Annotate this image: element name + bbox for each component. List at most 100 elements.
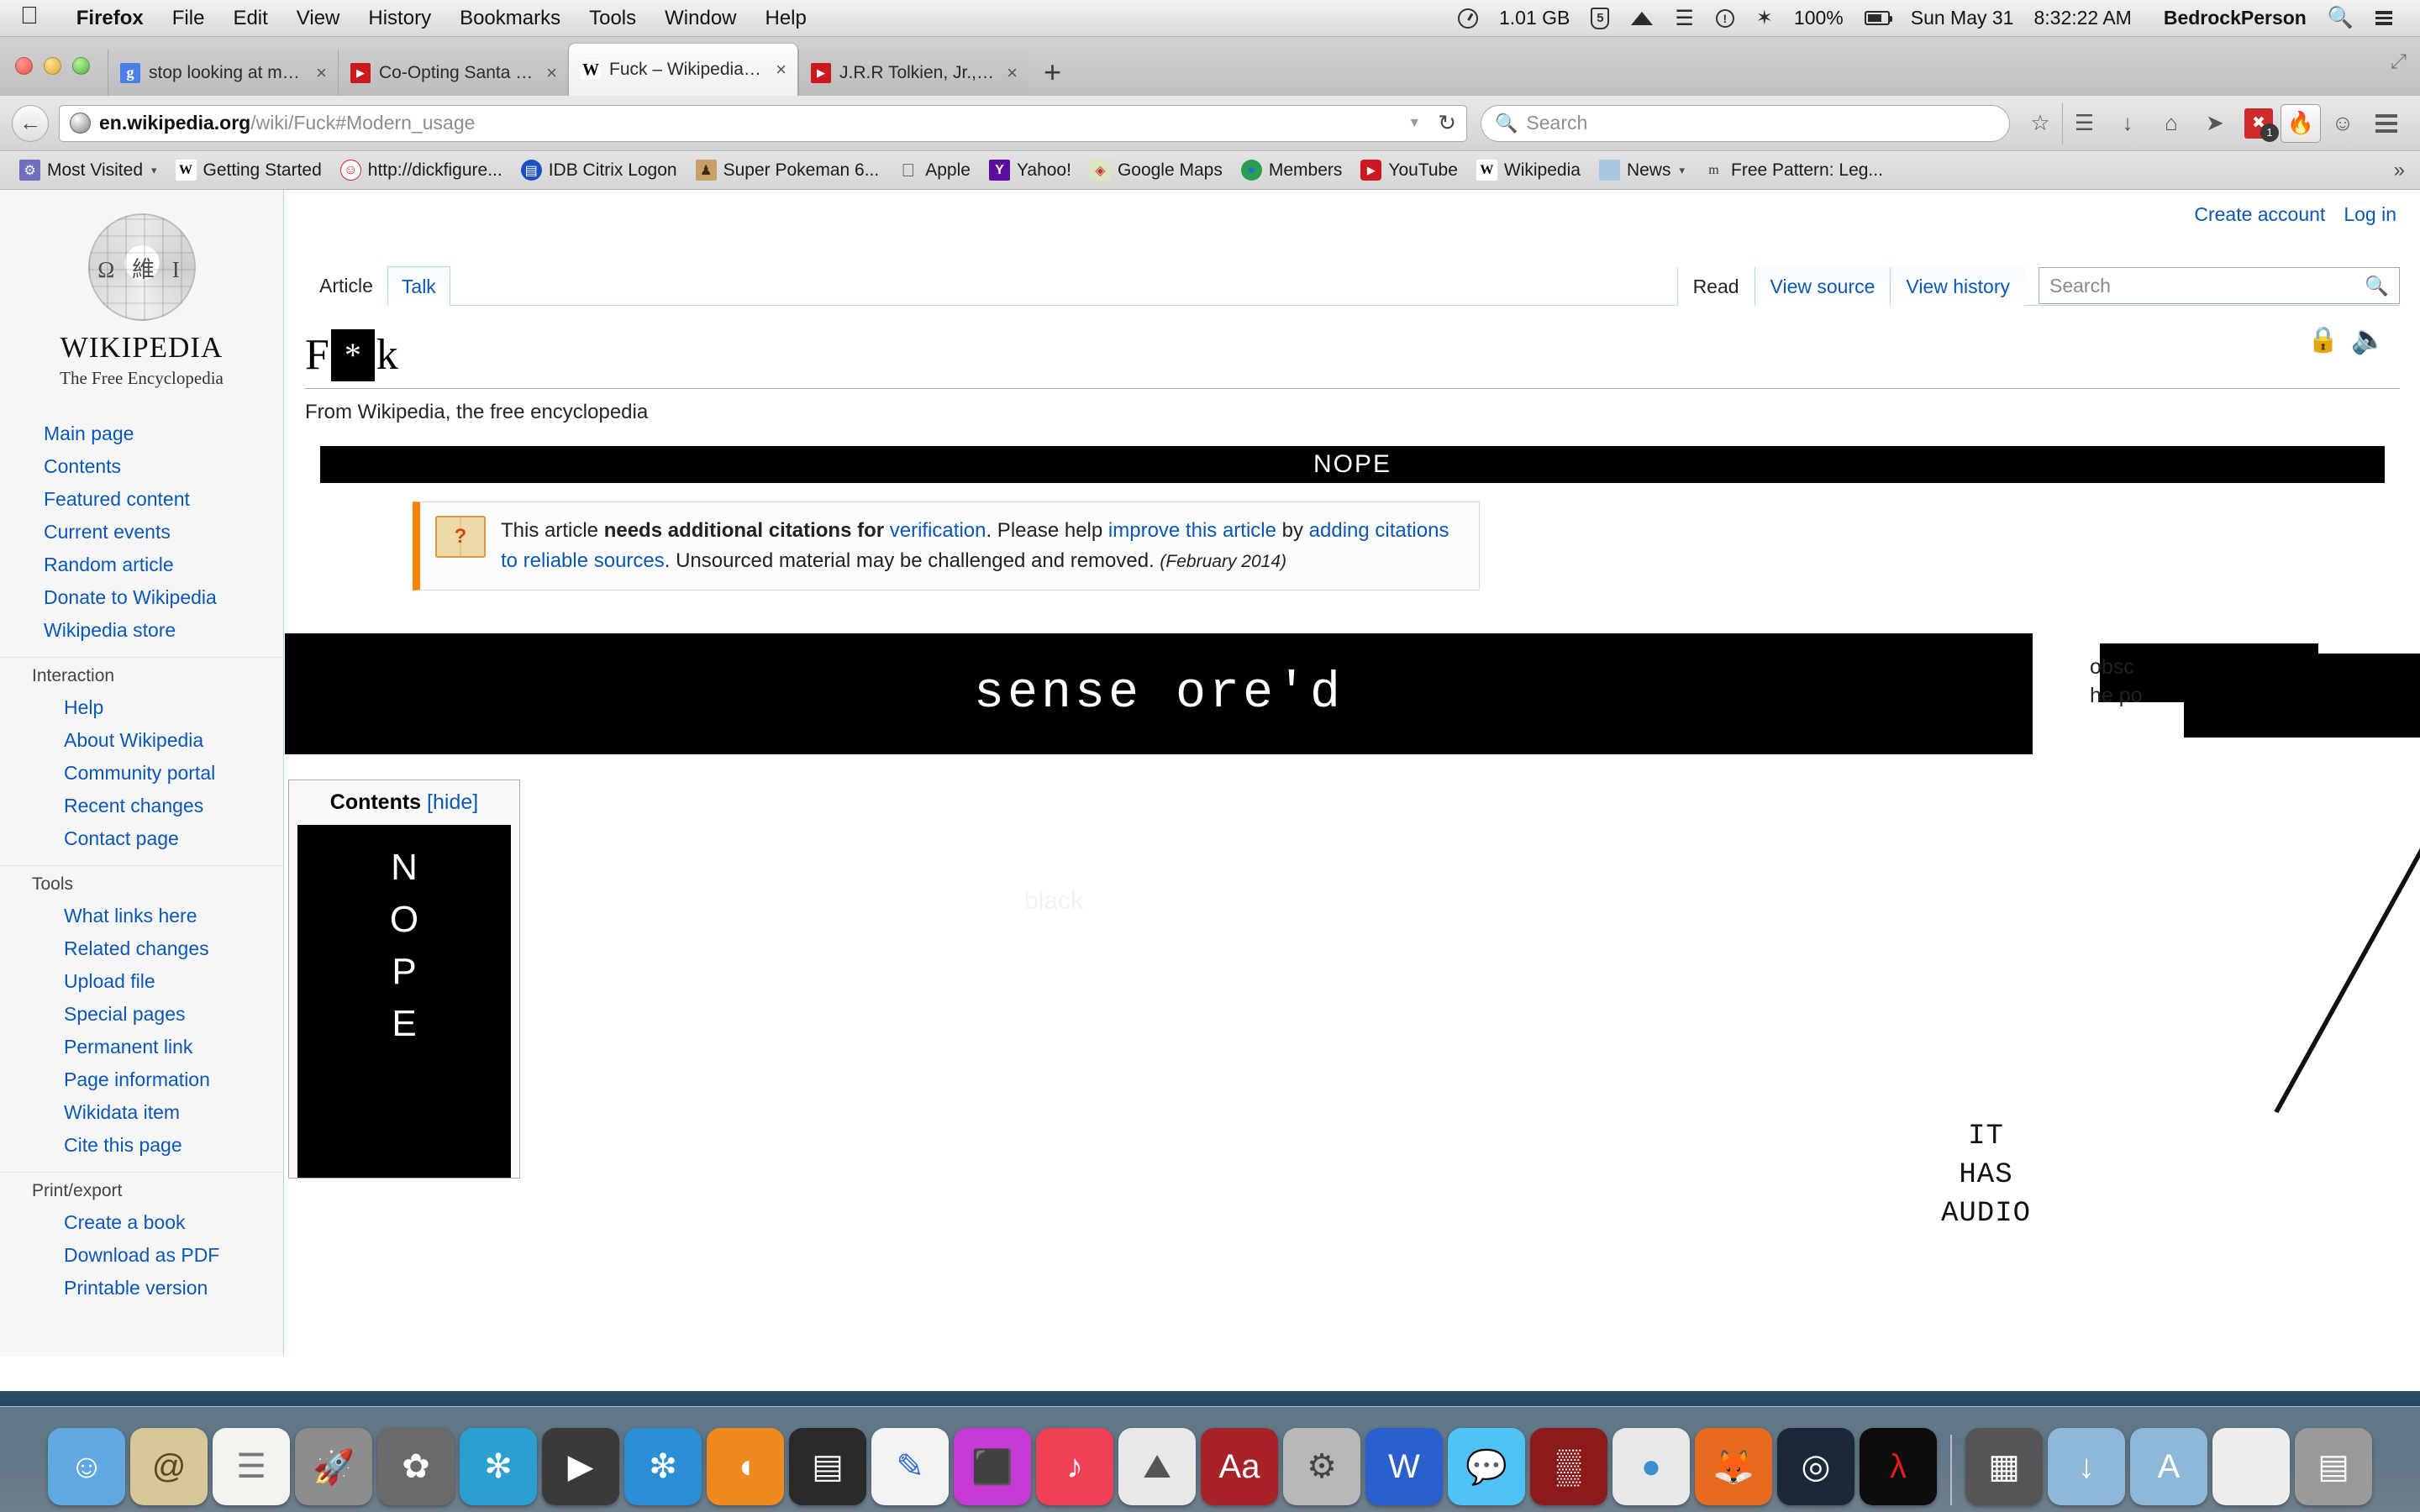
dock-item-pages[interactable]: ✎: [871, 1428, 949, 1505]
create-account-link[interactable]: Create account: [2194, 203, 2325, 226]
browser-tab-3-active[interactable]: W Fuck – Wikipedia, the free... ×: [568, 44, 798, 96]
sidebar-item-create-a-book[interactable]: Create a book: [0, 1206, 283, 1239]
menu-hamburger-icon[interactable]: [2365, 102, 2408, 144]
bookmark-free-pattern[interactable]: m Free Pattern: Leg...: [1694, 160, 1892, 181]
current-user-name[interactable]: BedrockPerson: [2142, 7, 2317, 29]
sidebar-item-current-events[interactable]: Current events: [0, 516, 283, 549]
notification-alert-icon[interactable]: !: [1705, 8, 1745, 28]
sidebar-item-featured-content[interactable]: Featured content: [0, 483, 283, 516]
close-tab-button[interactable]: ×: [1002, 62, 1022, 84]
dock-item-applications-folder[interactable]: A: [2130, 1428, 2207, 1505]
toc-hide-toggle[interactable]: [hide]: [427, 790, 478, 814]
bookmark-dickfigures[interactable]: ☺ http://dickfigure...: [331, 160, 512, 181]
verification-link[interactable]: verification: [890, 519, 986, 542]
sidebar-item-community-portal[interactable]: Community portal: [0, 757, 283, 790]
sidebar-item-cite-this-page[interactable]: Cite this page: [0, 1129, 283, 1162]
menu-firefox[interactable]: Firefox: [62, 7, 158, 30]
bookmark-most-visited[interactable]: ⚙ Most Visited ▾: [10, 160, 166, 181]
wikipedia-logo-block[interactable]: WIKIPEDIA The Free Encyclopedia: [0, 190, 283, 389]
bookmark-google-maps[interactable]: ◈ Google Maps: [1081, 160, 1232, 181]
browser-tab-2[interactable]: ▶ Co-Opting Santa | Rob... ×: [338, 50, 568, 96]
apple-logo-icon[interactable]: : [20, 4, 39, 29]
close-window-button[interactable]: [15, 57, 33, 75]
dock-item-reminders[interactable]: ☰: [213, 1428, 290, 1505]
bluetooth-icon[interactable]: ✶: [1745, 6, 1784, 30]
dock-item-imac-remote[interactable]: ⬛: [954, 1428, 1031, 1505]
dock-item-messages[interactable]: 💬: [1448, 1428, 1525, 1505]
istat-badge-icon[interactable]: 5: [1580, 7, 1620, 29]
home-icon[interactable]: ⌂: [2149, 102, 2193, 144]
sidebar-item-download-as-pdf[interactable]: Download as PDF: [0, 1239, 283, 1272]
dock-item-safari[interactable]: ❇: [624, 1428, 702, 1505]
sidebar-item-upload-file[interactable]: Upload file: [0, 965, 283, 998]
dock-item-word[interactable]: W: [1365, 1428, 1443, 1505]
sidebar-item-about-wikipedia[interactable]: About Wikipedia: [0, 724, 283, 757]
dock-item-launchpad[interactable]: 🚀: [295, 1428, 372, 1505]
fullscreen-toggle-icon[interactable]: ⤢: [2391, 50, 2407, 74]
wikipedia-search-input[interactable]: Search 🔍: [2039, 267, 2400, 304]
close-tab-button[interactable]: ×: [312, 62, 331, 84]
tab-read[interactable]: Read: [1676, 267, 1754, 306]
minimize-window-button[interactable]: [44, 57, 61, 75]
spotlight-search-icon[interactable]: 🔍: [2317, 6, 2365, 30]
dock-item-ibooks[interactable]: ◖: [707, 1428, 784, 1505]
wifi-icon[interactable]: ☰: [1664, 6, 1704, 31]
reading-list-icon[interactable]: ☰: [2062, 102, 2106, 144]
sidebar-item-recent-changes[interactable]: Recent changes: [0, 790, 283, 822]
sidebar-item-help[interactable]: Help: [0, 691, 283, 724]
bookmark-apple[interactable]:  Apple: [888, 160, 980, 181]
semi-protected-lock-icon[interactable]: 🔒: [2307, 325, 2338, 354]
dock-item-photos[interactable]: ✻: [460, 1428, 537, 1505]
send-tab-icon[interactable]: ➤: [2193, 102, 2237, 144]
notification-center-icon[interactable]: [2365, 11, 2403, 25]
dock-item-preview[interactable]: ⛰: [1118, 1428, 1196, 1505]
menu-edit[interactable]: Edit: [218, 7, 281, 30]
dock-item-downloads-stack[interactable]: ▦: [1965, 1428, 2043, 1505]
sidebar-item-contact-page[interactable]: Contact page: [0, 822, 283, 855]
dock-item-half-life[interactable]: λ: [1860, 1428, 1937, 1505]
menu-tools[interactable]: Tools: [575, 7, 650, 30]
browser-tab-4[interactable]: ▶ J.R.R Tolkien, Jr., Jr. | Rob... ×: [798, 50, 1028, 96]
sidebar-item-special-pages[interactable]: Special pages: [0, 998, 283, 1031]
dock-item-system-preferences[interactable]: ⚙: [1283, 1428, 1360, 1505]
close-tab-button[interactable]: ×: [542, 62, 561, 84]
dock-item-dictionary[interactable]: Aa: [1201, 1428, 1278, 1505]
bookmark-members[interactable]: ● Members: [1232, 160, 1352, 181]
site-identity-icon[interactable]: [70, 113, 91, 134]
reload-icon[interactable]: ↻: [1438, 110, 1456, 136]
dock-item-documents-folder[interactable]: ↓: [2048, 1428, 2125, 1505]
time-machine-icon[interactable]: [1447, 8, 1489, 29]
menu-history[interactable]: History: [354, 7, 445, 30]
sidebar-item-page-information[interactable]: Page information: [0, 1063, 283, 1096]
browser-tab-1[interactable]: g stop looking at my tabs – ... ×: [108, 50, 338, 96]
tab-article[interactable]: Article: [305, 265, 387, 306]
bookmark-yahoo[interactable]: Y Yahoo!: [980, 160, 1081, 181]
bookmark-getting-started[interactable]: W Getting Started: [166, 160, 331, 181]
dock-item-chrome[interactable]: ●: [1612, 1428, 1690, 1505]
sidebar-item-what-links-here[interactable]: What links here: [0, 900, 283, 932]
bookmark-youtube[interactable]: ▶ YouTube: [1351, 160, 1467, 181]
sidebar-item-printable-version[interactable]: Printable version: [0, 1272, 283, 1305]
menu-file[interactable]: File: [158, 7, 219, 30]
bookmark-star-icon[interactable]: ☆: [2018, 102, 2062, 144]
sidebar-item-donate[interactable]: Donate to Wikipedia: [0, 581, 283, 614]
bookmark-wikipedia[interactable]: W Wikipedia: [1467, 160, 1590, 181]
dock-item-mail[interactable]: @: [130, 1428, 208, 1505]
new-tab-button[interactable]: +: [1028, 57, 1076, 96]
back-button[interactable]: ←: [12, 104, 49, 142]
dock-item-itunes[interactable]: ♪: [1036, 1428, 1113, 1505]
zoom-window-button[interactable]: [72, 57, 90, 75]
sidebar-item-random-article[interactable]: Random article: [0, 549, 283, 581]
dock-item-quicktime[interactable]: ▶: [542, 1428, 619, 1505]
toolbar-search-input[interactable]: 🔍 Search: [1481, 104, 2010, 142]
tab-talk[interactable]: Talk: [387, 266, 450, 306]
dock-item-trash[interactable]: ▤: [2295, 1428, 2372, 1505]
sidebar-item-contents[interactable]: Contents: [0, 450, 283, 483]
bookmark-super-pokeman[interactable]: ♟ Super Pokeman 6...: [687, 160, 889, 181]
bookmark-news-folder[interactable]: News ▾: [1590, 160, 1694, 181]
tab-view-source[interactable]: View source: [1754, 267, 1891, 306]
battery-icon[interactable]: [1854, 11, 1901, 25]
dock-item-finder[interactable]: ☺: [48, 1428, 125, 1505]
downloads-icon[interactable]: ↓: [2106, 102, 2149, 144]
improve-article-link[interactable]: improve this article: [1108, 519, 1276, 542]
